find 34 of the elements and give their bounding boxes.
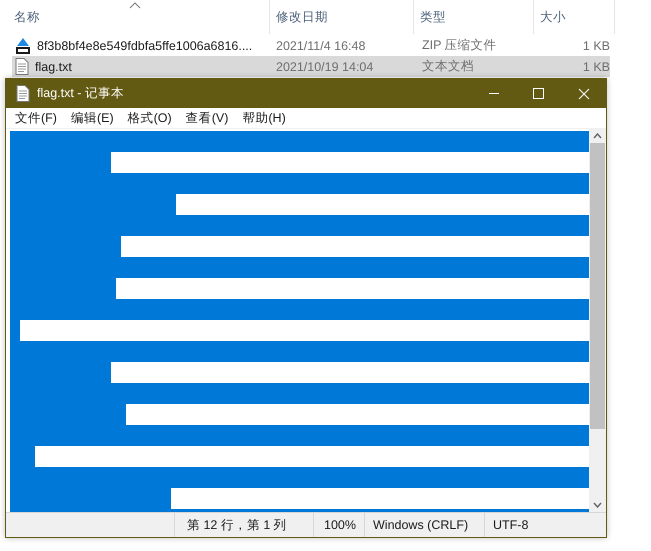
text-file-icon	[15, 58, 29, 75]
file-name: 8f3b8bf4e8e549fdbfa5ffe1006a6816....	[37, 38, 252, 52]
encoding: UTF-8	[484, 513, 585, 537]
minimize-icon	[488, 93, 498, 94]
scroll-down-icon[interactable]	[593, 502, 602, 508]
line-ending: Windows (CRLF)	[364, 513, 484, 537]
file-type: ZIP 压缩文件	[421, 37, 498, 54]
modified-date: 2021/11/4 16:48	[275, 38, 366, 52]
column-header[interactable]: 类型	[420, 8, 446, 26]
file-type: 文本文档	[421, 58, 475, 75]
maximize-icon	[533, 88, 544, 99]
window-title: flag.txt - 记事本	[37, 85, 125, 102]
menu-item[interactable]: 查看(V)	[178, 110, 236, 126]
column-header[interactable]: 修改日期	[276, 8, 328, 26]
menu-item[interactable]: 格式(O)	[120, 110, 179, 126]
file-row[interactable]: 8f3b8bf4e8e549fdbfa5ffe1006a6816.... 2021/11/4 16:48 ZIP 压缩文件 1 KB	[12, 35, 610, 56]
zoom-level: 100%	[313, 513, 364, 537]
file-row[interactable]: flag.txt 2021/10/19 14:04 文本文档 1 KB	[12, 56, 610, 77]
file-name: flag.txt	[35, 60, 72, 74]
file-size: 1 KB	[582, 38, 610, 52]
scrollbar[interactable]	[589, 129, 606, 512]
close-icon	[578, 88, 590, 100]
menu-item[interactable]: 编辑(E)	[64, 110, 121, 126]
menu-item[interactable]: 文件(F)	[8, 110, 64, 126]
scroll-thumb[interactable]	[590, 143, 605, 429]
column-header[interactable]: 大小	[540, 8, 566, 26]
file-size: 1 KB	[582, 60, 610, 74]
column-header[interactable]: 名称	[14, 8, 40, 26]
zip-file-icon	[15, 36, 31, 54]
text-file-icon	[16, 85, 30, 102]
modified-date: 2021/10/19 14:04	[275, 60, 374, 74]
scroll-up-icon[interactable]	[593, 133, 602, 139]
cursor-position: 第 12 行，第 1 列	[174, 513, 313, 537]
menu-item[interactable]: 帮助(H)	[235, 110, 293, 126]
